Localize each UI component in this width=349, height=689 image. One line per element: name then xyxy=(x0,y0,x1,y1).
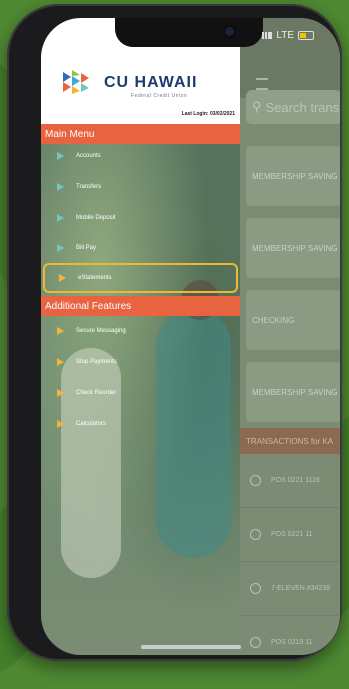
chevron-right-icon xyxy=(59,274,66,282)
chevron-right-icon xyxy=(57,389,64,397)
chevron-right-icon xyxy=(57,358,64,366)
account-card[interactable]: MEMBERSHIP SAVING xyxy=(246,362,340,422)
transaction-desc: POS 0219 11 xyxy=(271,639,313,646)
search-input[interactable]: ⚲ Search trans xyxy=(246,90,340,124)
chevron-right-icon xyxy=(57,183,64,191)
menu-item-secure-messaging[interactable]: Secure Messaging xyxy=(49,316,233,346)
brand-name: CU HAWAII xyxy=(104,74,198,91)
menu-item-transfers[interactable]: Transfers xyxy=(49,172,233,202)
menu-item-label: eStatements xyxy=(78,275,112,281)
menu-item-label: Bill Pay xyxy=(76,245,97,251)
network-label: LTE xyxy=(276,30,294,41)
account-name: MEMBERSHIP SAVING xyxy=(252,387,338,397)
status-bar: LTE xyxy=(262,30,314,41)
signal-icon xyxy=(262,32,273,39)
menu-item-label: Calculators xyxy=(76,421,107,427)
account-card[interactable]: MEMBERSHIP SAVING xyxy=(246,146,340,206)
navigation-drawer: CU HAWAII Federal Credit Union Last Logi… xyxy=(41,18,240,655)
transaction-desc: POS 0221 11 xyxy=(271,531,313,538)
transaction-row[interactable]: POS 0221 1116 xyxy=(240,454,340,508)
chevron-right-icon xyxy=(57,214,64,222)
menu-item-calculators[interactable]: Calculators xyxy=(49,409,233,439)
chevron-right-icon xyxy=(57,152,64,160)
search-placeholder: Search trans xyxy=(265,99,340,115)
menu-item-mobile-deposit[interactable]: Mobile Deposit xyxy=(49,203,233,233)
chevron-right-icon xyxy=(57,420,64,428)
menu-item-label: Secure Messaging xyxy=(76,328,126,334)
account-card[interactable]: CHECKING xyxy=(246,290,340,350)
transaction-row[interactable]: 7-ELEVEN #34238 xyxy=(240,562,340,616)
account-name: MEMBERSHIP SAVING xyxy=(252,243,338,253)
main-menu-title: Main Menu xyxy=(45,128,95,140)
cu-hawaii-logo-icon xyxy=(63,70,89,94)
account-name: MEMBERSHIP SAVING xyxy=(252,171,338,181)
menu-item-bill-pay[interactable]: Bill Pay xyxy=(49,233,233,263)
phone-frame: LTE ⚲ Search trans MEMBERSHIP SAVING MEM… xyxy=(7,4,342,661)
transactions-header: TRANSACTIONS for KA xyxy=(240,428,340,454)
hamburger-icon[interactable] xyxy=(256,78,268,90)
additional-features-title: Additional Features xyxy=(45,300,132,312)
menu-item-check-reorder[interactable]: Check Reorder xyxy=(49,378,233,408)
menu-item-label: Accounts xyxy=(76,153,101,159)
notch xyxy=(115,18,263,47)
search-icon: ⚲ xyxy=(252,99,262,114)
app-content: ⚲ Search trans MEMBERSHIP SAVING MEMBERS… xyxy=(240,18,340,655)
radio-icon xyxy=(250,475,261,486)
chevron-right-icon xyxy=(57,327,64,335)
additional-features-header: Additional Features xyxy=(41,296,240,316)
radio-icon xyxy=(250,637,261,648)
transaction-desc: 7-ELEVEN #34238 xyxy=(271,585,331,592)
phone-screen: LTE ⚲ Search trans MEMBERSHIP SAVING MEM… xyxy=(41,18,340,655)
transaction-row[interactable]: POS 0221 11 xyxy=(240,508,340,562)
menu-item-estatements[interactable]: eStatements xyxy=(43,263,238,293)
menu-item-stop-payments[interactable]: Stop Payments xyxy=(49,347,233,377)
battery-icon xyxy=(298,31,314,40)
home-indicator[interactable] xyxy=(141,645,241,649)
transactions-title: TRANSACTIONS for KA xyxy=(246,436,334,446)
brand-subtitle: Federal Credit Union xyxy=(131,93,188,99)
menu-item-label: Check Reorder xyxy=(76,390,117,396)
front-camera xyxy=(225,27,234,36)
radio-icon xyxy=(250,529,261,540)
menu-item-label: Stop Payments xyxy=(76,359,117,365)
last-login: Last Login: 03/02/2021 xyxy=(181,111,235,117)
account-card[interactable]: MEMBERSHIP SAVING xyxy=(246,218,340,278)
menu-item-accounts[interactable]: Accounts xyxy=(49,141,233,171)
menu-item-label: Transfers xyxy=(76,184,102,190)
chevron-right-icon xyxy=(57,244,64,252)
radio-icon xyxy=(250,583,261,594)
account-name: CHECKING xyxy=(252,315,295,325)
transaction-row[interactable]: POS 0219 11 xyxy=(240,616,340,655)
menu-item-label: Mobile Deposit xyxy=(76,215,116,221)
transaction-desc: POS 0221 1116 xyxy=(271,477,320,484)
